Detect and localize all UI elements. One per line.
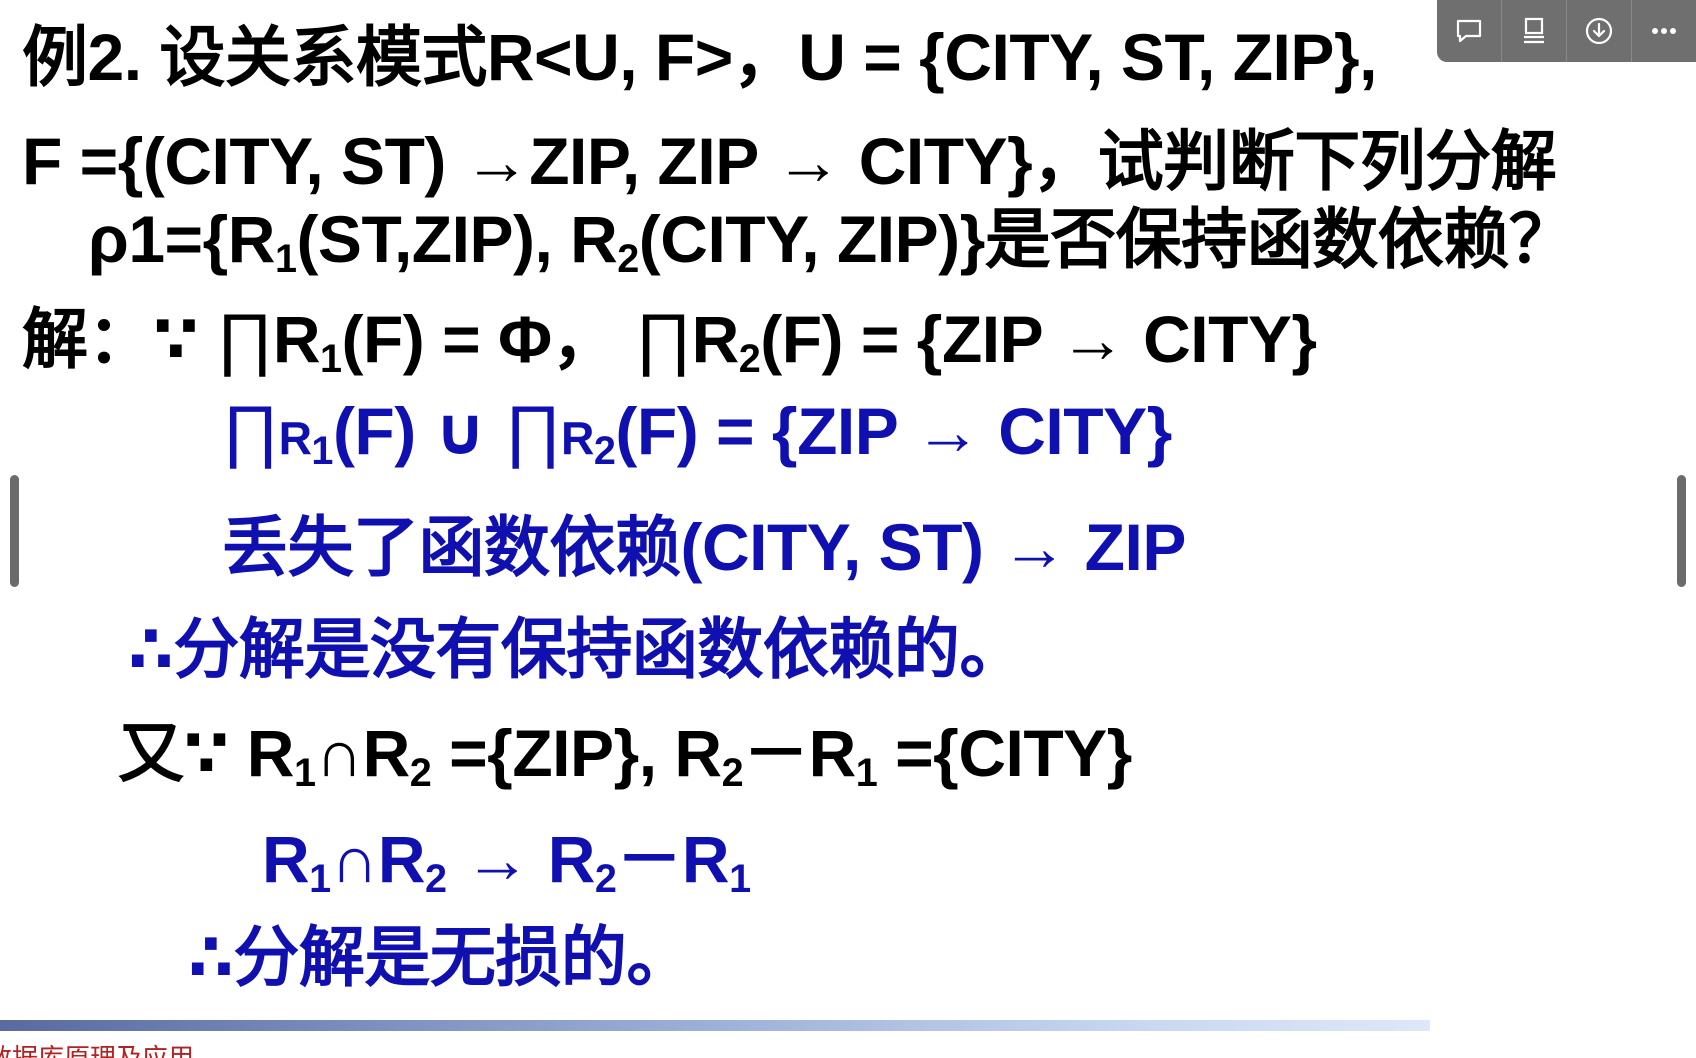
left-scroll-handle[interactable] (10, 475, 19, 587)
slide-canvas: 例2. 设关系模式R<U, F>，U = {CITY, ST, ZIP}, F … (0, 0, 1696, 1058)
solution-line-intersection: 又∵ R1∩R2 ={ZIP}, R2－R1 ={CITY} (118, 716, 1132, 795)
comment-icon (1456, 19, 1482, 43)
problem-line-1: 例2. 设关系模式R<U, F>，U = {CITY, ST, ZIP}, (22, 20, 1377, 94)
footer-title: 数据库原理及应用 (0, 1043, 195, 1058)
download-button[interactable] (1566, 0, 1631, 62)
more-icon (1652, 28, 1676, 34)
notes-button[interactable] (1501, 0, 1566, 62)
solution-line-lost-dependency: 丢失了函数依赖(CITY, ST) → ZIP (222, 510, 1186, 584)
more-button[interactable] (1631, 0, 1696, 62)
notes-icon (1524, 17, 1544, 44)
solution-line-projections: 解：∵ ∏R1(F) = Φ， ∏R2(F) = {ZIP → CITY} (22, 299, 1317, 381)
solution-line-union: ∏R1(F) ∪ ∏R2(F) = {ZIP → CITY} (222, 391, 1172, 473)
solution-conclusion-1: ∴分解是没有保持函数依赖的。 (128, 612, 1025, 686)
problem-line-3: ρ1={R1(ST,ZIP), R2(CITY, ZIP)}是否保持函数依赖？ (88, 202, 1575, 281)
comment-button[interactable] (1437, 0, 1501, 62)
solution-line-lossless-test: R1∩R2 → R2－R1 (262, 822, 751, 901)
viewer-toolbar (1437, 0, 1696, 62)
solution-conclusion-2: ∴分解是无损的。 (188, 920, 692, 994)
download-icon (1585, 17, 1613, 45)
footer-divider (0, 1020, 1430, 1031)
right-scroll-handle[interactable] (1677, 475, 1686, 587)
